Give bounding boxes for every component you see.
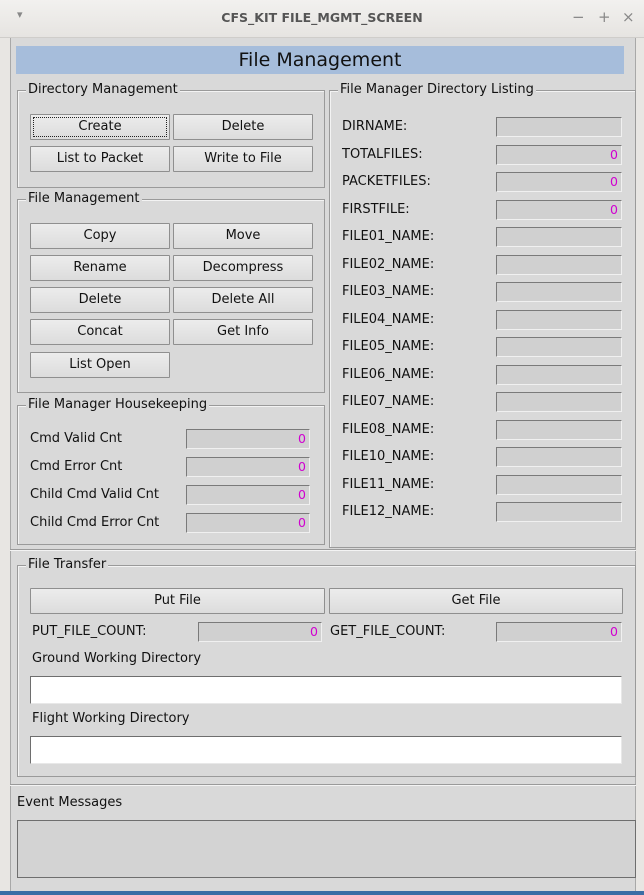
listing-label-1: TOTALFILES: [342,147,423,162]
listing-label-2: PACKETFILES: [342,174,431,189]
listing-value-12 [496,447,622,467]
listing-label-9: FILE06_NAME: [342,367,435,382]
put-file-count-value: 0 [198,622,322,642]
listing-label-11: FILE08_NAME: [342,422,435,437]
write-to-file-button[interactable]: Write to File [173,146,313,172]
section-divider-2 [10,784,636,786]
child-cmd-valid-cnt-label: Child Cmd Valid Cnt [30,487,159,502]
section-divider [10,549,636,551]
listing-value-6 [496,282,622,302]
flight-working-directory-input[interactable] [30,736,622,764]
decompress-file-button[interactable]: Decompress [173,255,313,281]
create-directory-button[interactable]: Create [30,114,170,140]
listing-value-10 [496,392,622,412]
listing-label-13: FILE11_NAME: [342,477,435,492]
delete-directory-button[interactable]: Delete [173,114,313,140]
screen-title: File Management [16,46,624,74]
delete-file-button[interactable]: Delete [30,287,170,313]
listing-value-13 [496,475,622,495]
put-file-button[interactable]: Put File [30,588,325,614]
listing-label-7: FILE04_NAME: [342,312,435,327]
child-cmd-error-cnt-value: 0 [186,513,310,533]
ground-working-directory-label: Ground Working Directory [32,651,202,666]
window-titlebar: ▾ CFS_KIT FILE_MGMT_SCREEN − + × [0,0,644,38]
listing-label-8: FILE05_NAME: [342,339,435,354]
minimize-icon[interactable]: − [572,8,585,26]
get-file-count-value: 0 [496,622,622,642]
window-title: CFS_KIT FILE_MGMT_SCREEN [221,10,423,25]
listing-label-12: FILE10_NAME: [342,449,435,464]
directory-management-label: Directory Management [26,82,180,98]
listing-label-4: FILE01_NAME: [342,229,435,244]
listing-value-5 [496,255,622,275]
listing-label-3: FIRSTFILE: [342,202,410,217]
cmd-error-cnt-label: Cmd Error Cnt [30,459,123,474]
listing-label-6: FILE03_NAME: [342,284,435,299]
file-management-label: File Management [26,191,142,207]
listing-label-10: FILE07_NAME: [342,394,435,409]
cmd-valid-cnt-value: 0 [186,429,310,449]
event-messages-box[interactable] [17,820,636,878]
listing-value-4 [496,227,622,247]
listing-value-8 [496,337,622,357]
listing-value-2: 0 [496,172,622,192]
listing-value-1: 0 [496,145,622,165]
list-to-packet-button[interactable]: List to Packet [30,146,170,172]
listing-value-0 [496,117,622,137]
listing-value-7 [496,310,622,330]
copy-file-button[interactable]: Copy [30,223,170,249]
move-file-button[interactable]: Move [173,223,313,249]
close-icon[interactable]: × [622,8,635,26]
cmd-valid-cnt-label: Cmd Valid Cnt [30,431,122,446]
event-messages-label: Event Messages [17,795,123,810]
concat-file-button[interactable]: Concat [30,319,170,345]
get-file-button[interactable]: Get File [329,588,623,614]
list-open-button[interactable]: List Open [30,352,170,378]
directory-listing-label: File Manager Directory Listing [338,82,536,98]
put-file-count-label: PUT_FILE_COUNT: [32,624,147,639]
get-file-count-label: GET_FILE_COUNT: [330,624,446,639]
maximize-icon[interactable]: + [598,8,611,26]
delete-all-button[interactable]: Delete All [173,287,313,313]
listing-label-0: DIRNAME: [342,119,408,134]
ground-working-directory-input[interactable] [30,676,622,704]
file-transfer-label: File Transfer [26,557,109,573]
desktop-taskbar-strip [0,891,644,895]
child-cmd-error-cnt-label: Child Cmd Error Cnt [30,515,160,530]
listing-value-3: 0 [496,200,622,220]
cmd-error-cnt-value: 0 [186,457,310,477]
listing-label-14: FILE12_NAME: [342,504,435,519]
get-info-button[interactable]: Get Info [173,319,313,345]
listing-value-11 [496,420,622,440]
listing-value-14 [496,502,622,522]
housekeeping-label: File Manager Housekeeping [26,397,210,413]
rename-file-button[interactable]: Rename [30,255,170,281]
listing-value-9 [496,365,622,385]
flight-working-directory-label: Flight Working Directory [32,711,190,726]
listing-label-5: FILE02_NAME: [342,257,435,272]
child-cmd-valid-cnt-value: 0 [186,485,310,505]
